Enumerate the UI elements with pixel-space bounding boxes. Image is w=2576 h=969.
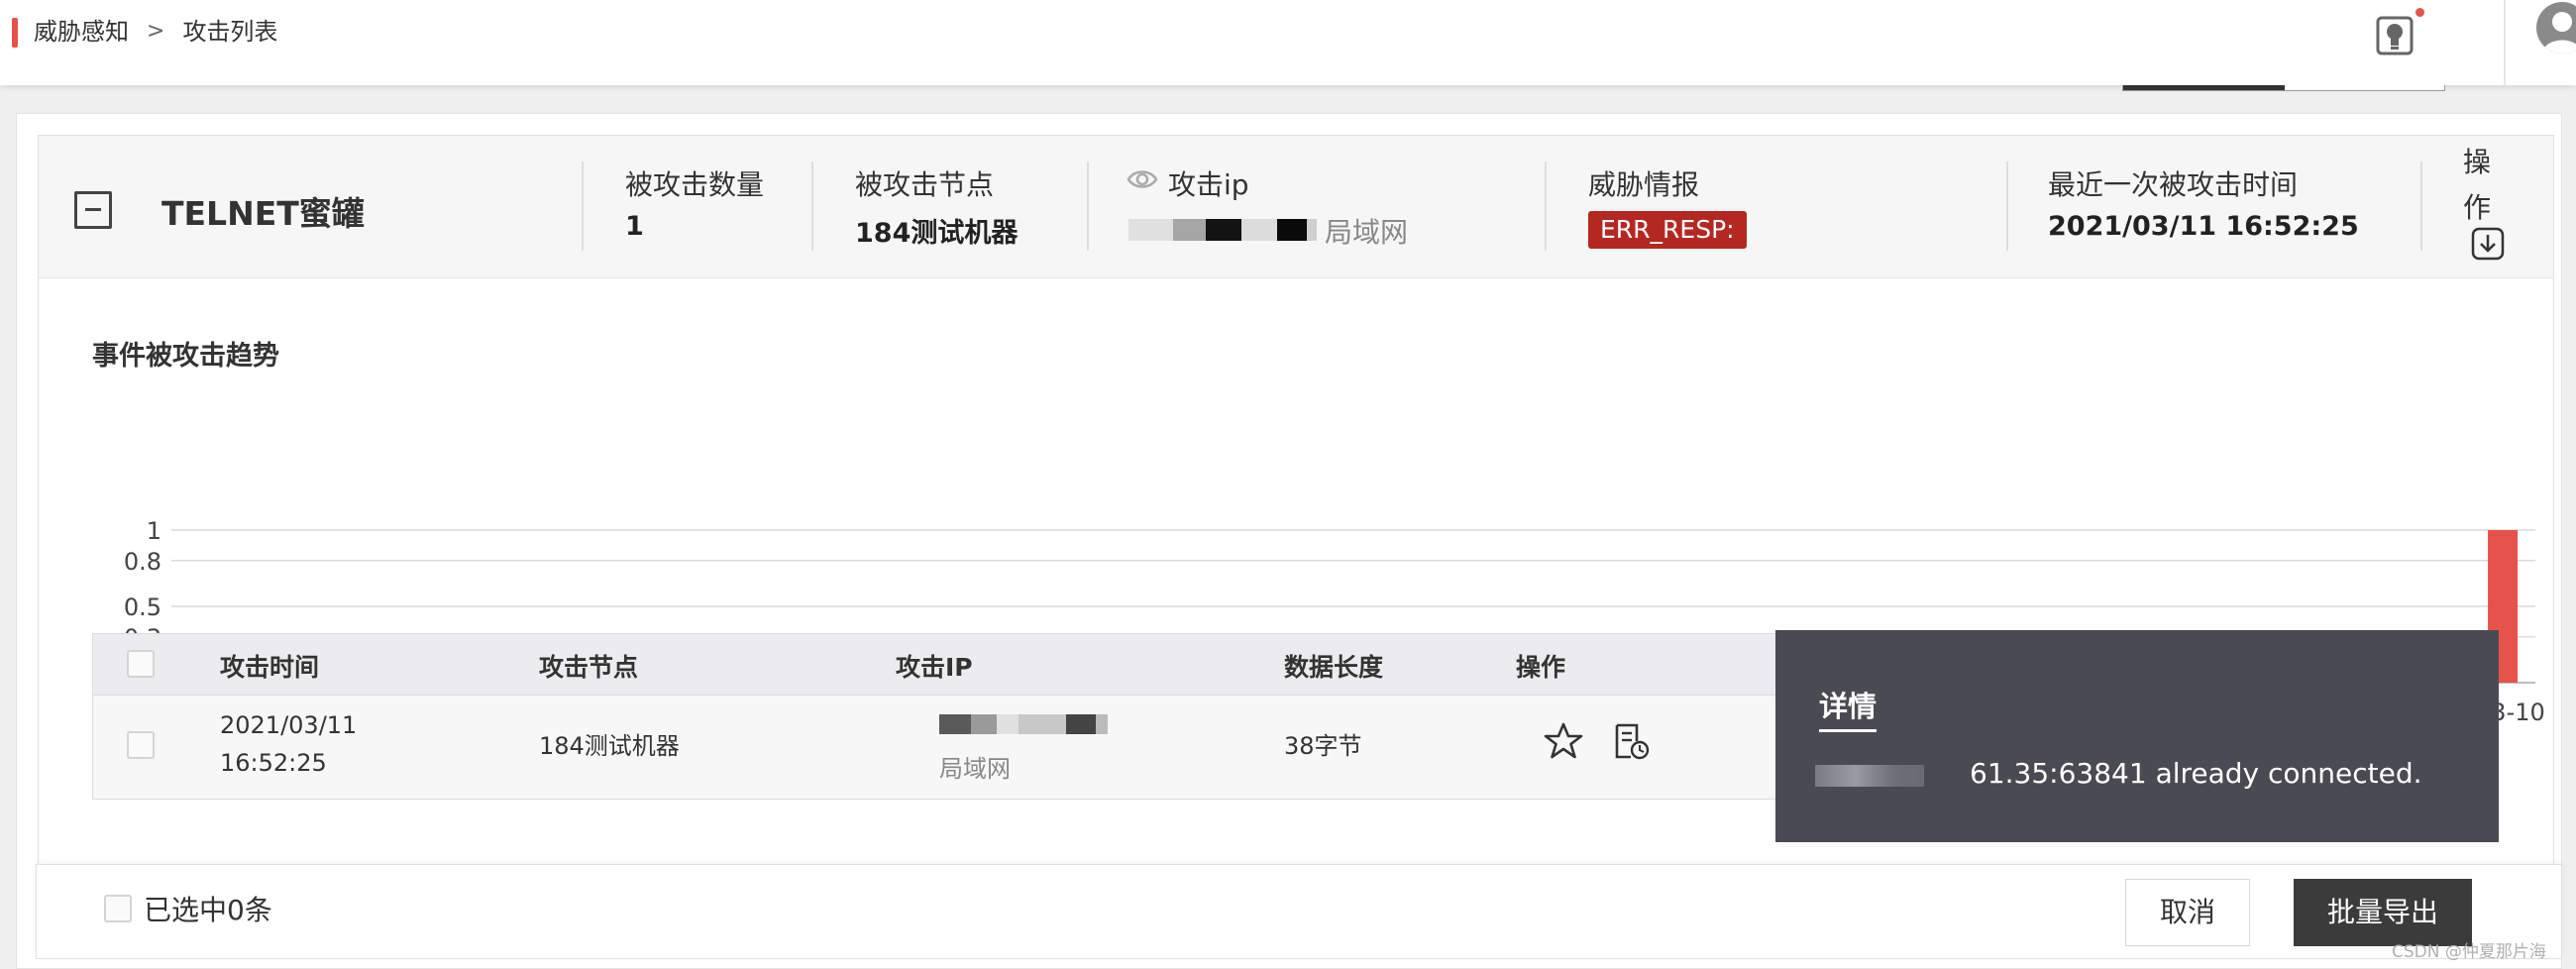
select-all-checkbox[interactable] [127, 650, 155, 678]
download-icon[interactable] [2471, 227, 2505, 261]
column-data-length: 数据长度 [1284, 653, 1384, 682]
row-attack-node: 184测试机器 [539, 732, 680, 760]
honeypot-title: TELNET蜜罐 [161, 194, 365, 233]
last-attack-time-label: 最近一次被攻击时间 [2048, 168, 2299, 201]
header-divider [582, 162, 584, 251]
threat-intel-label: 威胁情报 [1588, 168, 1700, 201]
tooltip-title: 详情 [1819, 690, 1878, 723]
row-attack-date: 2021/03/11 [220, 711, 358, 739]
attack-ip-label: 攻击ip [1168, 168, 1249, 201]
notification-dot [2415, 8, 2424, 17]
eye-icon[interactable] [1127, 163, 1158, 195]
breadcrumb-accent [12, 18, 18, 48]
tooltip-text: 61.35:63841 already connected. [1970, 757, 2422, 790]
detail-doc-icon[interactable] [1611, 721, 1651, 761]
header-divider [2006, 162, 2008, 251]
header-divider [1087, 162, 1089, 251]
tooltip-title-underline [1819, 729, 1877, 732]
view-toggle-active[interactable] [2123, 85, 2285, 90]
topbar-divider [2504, 0, 2506, 85]
card-header: TELNET蜜罐 被攻击数量 1 被攻击节点 184测试机器 攻击ip 局域网 … [39, 136, 2553, 278]
row-attack-clock: 16:52:25 [220, 749, 327, 777]
lightbulb-icon[interactable] [2376, 12, 2417, 55]
table-header: 攻击时间 攻击节点 攻击IP 数据长度 操作 [93, 634, 1775, 696]
y-tick-label: 0.5 [124, 593, 161, 621]
user-avatar-icon[interactable] [2536, 2, 2576, 54]
column-operation: 操作 [1516, 653, 1566, 682]
breadcrumb-item-attack-list: 攻击列表 [182, 18, 278, 46]
attack-ip-network: 局域网 [1325, 216, 1409, 249]
column-attack-node: 攻击节点 [539, 653, 639, 682]
footer-bar: 已选中0条 取消 批量导出 [36, 864, 2562, 959]
attack-ip-redacted [1128, 219, 1317, 241]
header-divider [811, 162, 813, 251]
attack-table: 攻击时间 攻击节点 攻击IP 数据长度 操作 2021/03/11 16:52:… [92, 633, 1776, 800]
attack-count-value: 1 [625, 211, 644, 242]
threat-intel-badge: ERR_RESP: [1588, 211, 1747, 249]
y-tick-label: 0.8 [124, 548, 161, 576]
cancel-button[interactable]: 取消 [2125, 879, 2250, 946]
column-attack-ip: 攻击IP [896, 653, 973, 682]
header-divider [2420, 162, 2422, 251]
attacked-node-label: 被攻击节点 [855, 168, 995, 201]
row-attack-ip-network: 局域网 [939, 755, 1011, 783]
table-row[interactable]: 2021/03/11 16:52:25 184测试机器 局域网 38字节 [93, 696, 1775, 799]
tooltip-ip-redacted [1815, 765, 1924, 787]
header-divider [1545, 162, 1547, 251]
footer-select-checkbox[interactable] [104, 895, 132, 922]
star-icon[interactable] [1544, 721, 1583, 761]
row-attack-ip-redacted [939, 714, 1108, 734]
breadcrumb: 威胁感知 > 攻击列表 [34, 14, 277, 50]
selected-count-label: 已选中0条 [144, 894, 272, 926]
row-data-length: 38字节 [1284, 732, 1362, 760]
attacked-node-value: 184测试机器 [855, 218, 1019, 249]
view-toggle[interactable] [2122, 85, 2445, 91]
batch-export-button[interactable]: 批量导出 [2294, 879, 2472, 946]
detail-tooltip: 详情 61.35:63841 already connected. [1775, 630, 2499, 842]
y-tick-label: 1 [147, 517, 161, 545]
breadcrumb-item-threat-perception[interactable]: 威胁感知 [34, 14, 129, 50]
collapse-toggle-icon[interactable] [74, 191, 112, 229]
row-checkbox[interactable] [127, 731, 155, 759]
watermark: CSDN @仲夏那片海 [2392, 942, 2546, 962]
breadcrumb-separator: > [147, 19, 165, 44]
attack-count-label: 被攻击数量 [625, 168, 765, 201]
column-attack-time: 攻击时间 [220, 653, 320, 682]
chart-title: 事件被攻击趋势 [92, 341, 279, 372]
last-attack-time-value: 2021/03/11 16:52:25 [2048, 211, 2359, 242]
top-nav-bar: 威胁感知 > 攻击列表 [0, 0, 2576, 85]
header-operation-label: 操作 [2463, 146, 2492, 224]
